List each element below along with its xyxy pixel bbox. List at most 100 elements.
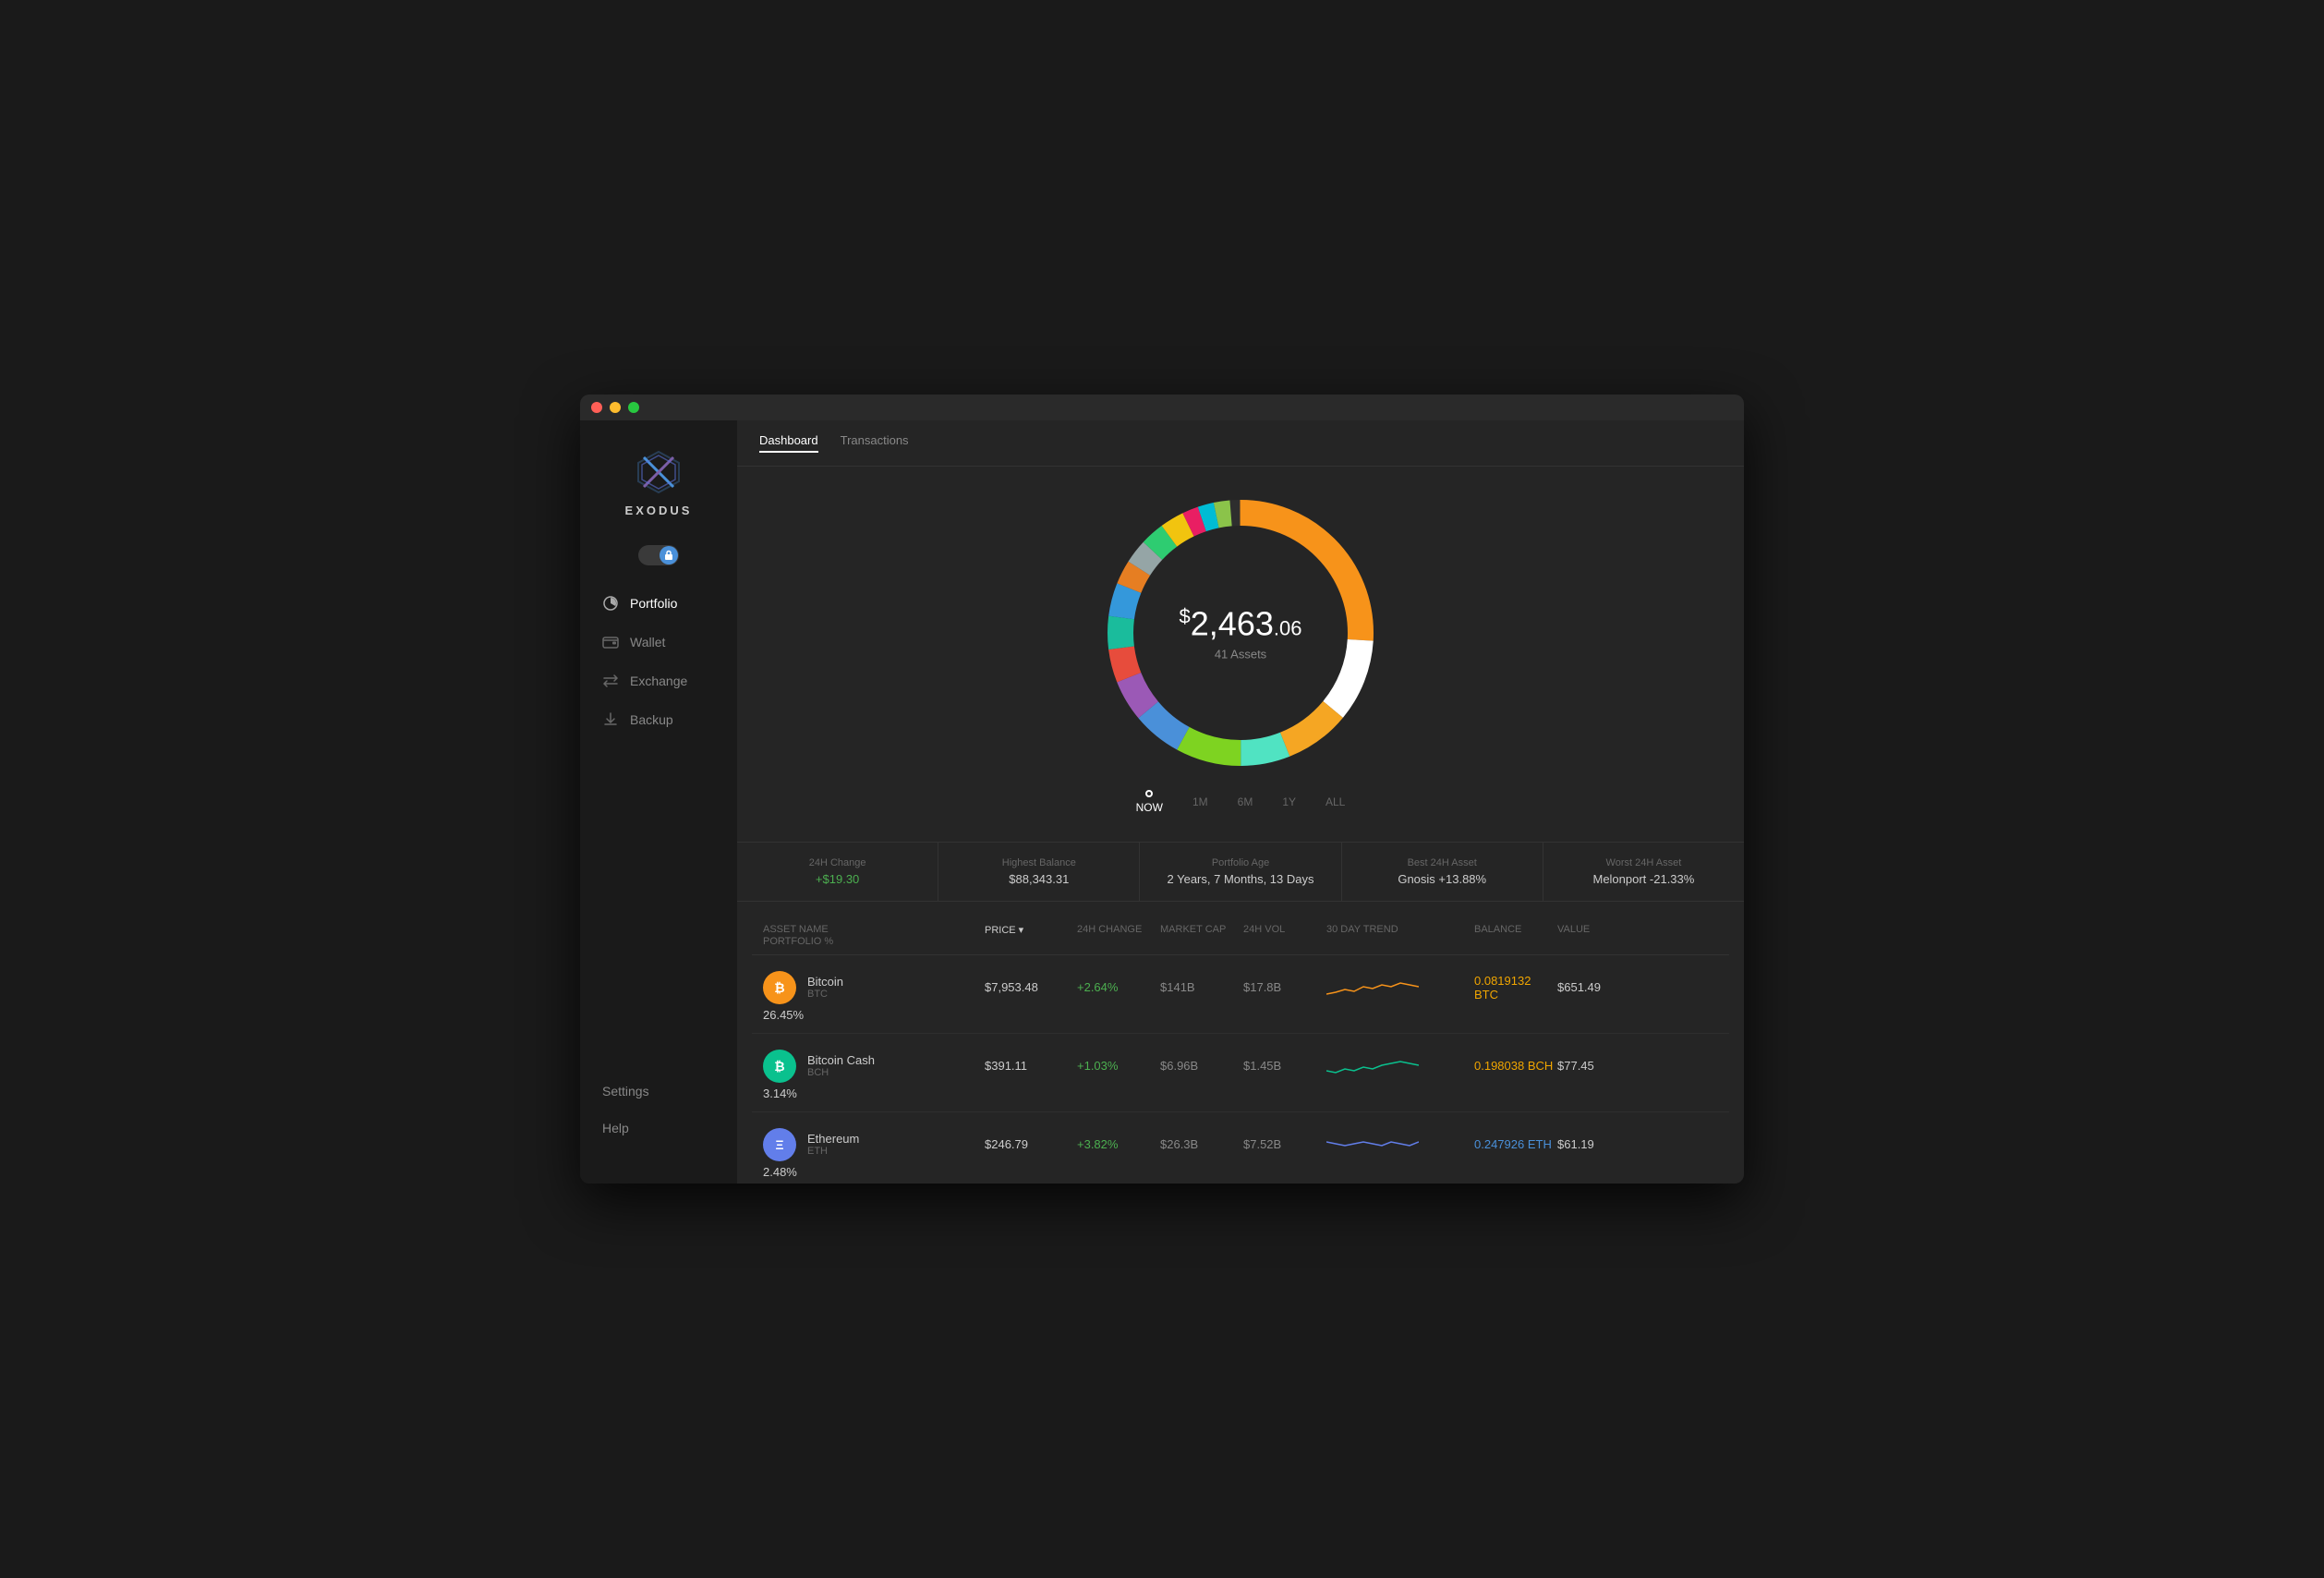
- sidebar-item-backup[interactable]: Backup: [580, 700, 737, 739]
- stats-strip: 24H Change +$19.30 Highest Balance $88,3…: [737, 842, 1744, 902]
- tab-bar: Dashboard Transactions: [737, 420, 1744, 467]
- logo-area: EXODUS: [580, 439, 737, 536]
- time-btn-1m[interactable]: 1M: [1192, 795, 1208, 808]
- table-header: ASSET NAME PRICE ▾ 24H CHANGE MARKET CAP…: [752, 916, 1729, 955]
- col-header-balance: BALANCE: [1474, 924, 1557, 936]
- table-row[interactable]: ₿ Bitcoin BTC $7,953.48 +2.64% $141B $17…: [752, 955, 1729, 1034]
- bch-sparkline: [1326, 1045, 1474, 1086]
- btc-balance[interactable]: 0.0819132 BTC: [1474, 974, 1557, 1001]
- sidebar-label-settings: Settings: [602, 1084, 649, 1099]
- scroll-area[interactable]: $2,463.06 41 Assets NOW 1M 6M 1Y: [737, 467, 1744, 1184]
- asset-ticker-eth: ETH: [807, 1146, 859, 1157]
- eth-vol: $7.52B: [1243, 1137, 1326, 1151]
- btc-sparkline: [1326, 966, 1474, 1008]
- chart-section: $2,463.06 41 Assets NOW 1M 6M 1Y: [737, 467, 1744, 842]
- stat-worst-asset: Worst 24H Asset Melonport -21.33%: [1543, 843, 1744, 901]
- asset-table: ASSET NAME PRICE ▾ 24H CHANGE MARKET CAP…: [737, 916, 1744, 1184]
- stat-label-age: Portfolio Age: [1151, 857, 1329, 868]
- bch-balance[interactable]: 0.198038 BCH: [1474, 1059, 1557, 1073]
- col-header-value: VALUE: [1557, 924, 1640, 936]
- btc-price: $7,953.48: [985, 980, 1077, 994]
- stat-label-best: Best 24H Asset: [1353, 857, 1531, 868]
- sidebar-label-help: Help: [602, 1121, 629, 1135]
- btc-portfolio: 26.45%: [763, 1008, 985, 1022]
- tab-transactions[interactable]: Transactions: [841, 433, 909, 453]
- sidebar-item-wallet[interactable]: Wallet: [580, 623, 737, 662]
- assets-count: 41 Assets: [1180, 648, 1302, 662]
- eth-sparkline: [1326, 1123, 1474, 1165]
- bch-value: $77.45: [1557, 1059, 1640, 1073]
- titlebar: [580, 394, 1744, 420]
- tab-dashboard[interactable]: Dashboard: [759, 433, 818, 453]
- eth-balance[interactable]: 0.247926 ETH: [1474, 1137, 1557, 1151]
- asset-icon-btc: ₿: [763, 971, 796, 1004]
- bch-price: $391.11: [985, 1059, 1077, 1073]
- sidebar-item-portfolio[interactable]: Portfolio: [580, 584, 737, 623]
- stat-portfolio-age: Portfolio Age 2 Years, 7 Months, 13 Days: [1140, 843, 1341, 901]
- time-selector: NOW 1M 6M 1Y ALL: [1136, 790, 1346, 814]
- sidebar-item-help[interactable]: Help: [580, 1110, 737, 1147]
- table-row[interactable]: ₿ Bitcoin Cash BCH $391.11 +1.03% $6.96B…: [752, 1034, 1729, 1112]
- backup-icon: [602, 711, 619, 728]
- col-header-trend: 30 DAY TREND: [1326, 924, 1474, 936]
- col-header-marketcap: MARKET CAP: [1160, 924, 1243, 936]
- donut-center-text: $2,463.06 41 Assets: [1180, 605, 1302, 662]
- col-header-portfolio: PORTFOLIO %: [763, 936, 985, 947]
- sidebar-label-portfolio: Portfolio: [630, 596, 677, 611]
- exchange-icon: [602, 673, 619, 689]
- bch-mktcap: $6.96B: [1160, 1059, 1243, 1073]
- time-btn-all[interactable]: ALL: [1325, 795, 1345, 808]
- donut-chart: $2,463.06 41 Assets: [1093, 485, 1388, 781]
- sidebar-item-settings[interactable]: Settings: [580, 1073, 737, 1110]
- sidebar-label-backup: Backup: [630, 712, 673, 727]
- table-row[interactable]: Ξ Ethereum ETH $246.79 +3.82% $26.3B $7.…: [752, 1112, 1729, 1184]
- col-header-vol: 24H VOL: [1243, 924, 1326, 936]
- asset-icon-eth: Ξ: [763, 1128, 796, 1161]
- asset-ticker-bch: BCH: [807, 1067, 875, 1078]
- stat-label-highest: Highest Balance: [950, 857, 1128, 868]
- btc-vol: $17.8B: [1243, 980, 1326, 994]
- sidebar-item-exchange[interactable]: Exchange: [580, 662, 737, 700]
- asset-info-eth: Ξ Ethereum ETH: [763, 1128, 985, 1161]
- col-header-change: 24H CHANGE: [1077, 924, 1160, 936]
- lock-toggle[interactable]: [580, 545, 737, 565]
- stat-24h-change: 24H Change +$19.30: [737, 843, 938, 901]
- close-dot[interactable]: [591, 402, 602, 413]
- app-window: EXODUS Portfolio: [580, 394, 1744, 1184]
- minimize-dot[interactable]: [610, 402, 621, 413]
- portfolio-icon: [602, 595, 619, 612]
- btc-change: +2.64%: [1077, 980, 1160, 994]
- time-btn-1y[interactable]: 1Y: [1282, 795, 1296, 808]
- asset-icon-bch: ₿: [763, 1050, 796, 1083]
- exodus-logo-icon: [635, 448, 683, 496]
- maximize-dot[interactable]: [628, 402, 639, 413]
- btc-mktcap: $141B: [1160, 980, 1243, 994]
- time-dot-now: [1145, 790, 1153, 797]
- eth-value: $61.19: [1557, 1137, 1640, 1151]
- eth-price: $246.79: [985, 1137, 1077, 1151]
- asset-info-btc: ₿ Bitcoin BTC: [763, 971, 985, 1004]
- time-btn-now[interactable]: NOW: [1136, 801, 1163, 814]
- stat-value-worst: Melonport -21.33%: [1555, 872, 1733, 886]
- dollar-sign: $: [1180, 605, 1191, 628]
- eth-change: +3.82%: [1077, 1137, 1160, 1151]
- stat-label-24h: 24H Change: [748, 857, 926, 868]
- btc-value: $651.49: [1557, 980, 1640, 994]
- sidebar-label-exchange: Exchange: [630, 674, 687, 688]
- asset-info-bch: ₿ Bitcoin Cash BCH: [763, 1050, 985, 1083]
- eth-portfolio: 2.48%: [763, 1165, 985, 1179]
- asset-name-btc: Bitcoin: [807, 975, 843, 989]
- bch-change: +1.03%: [1077, 1059, 1160, 1073]
- col-header-asset: ASSET NAME: [763, 924, 985, 936]
- stat-value-highest: $88,343.31: [950, 872, 1128, 886]
- stat-value-best: Gnosis +13.88%: [1353, 872, 1531, 886]
- stat-value-age: 2 Years, 7 Months, 13 Days: [1151, 872, 1329, 886]
- stat-value-24h: +$19.30: [748, 872, 926, 886]
- col-header-price[interactable]: PRICE ▾: [985, 924, 1077, 936]
- stat-best-asset: Best 24H Asset Gnosis +13.88%: [1342, 843, 1543, 901]
- main-content: Dashboard Transactions: [737, 420, 1744, 1184]
- time-btn-6m[interactable]: 6M: [1238, 795, 1253, 808]
- logo-text: EXODUS: [625, 504, 693, 517]
- bch-vol: $1.45B: [1243, 1059, 1326, 1073]
- sidebar: EXODUS Portfolio: [580, 420, 737, 1184]
